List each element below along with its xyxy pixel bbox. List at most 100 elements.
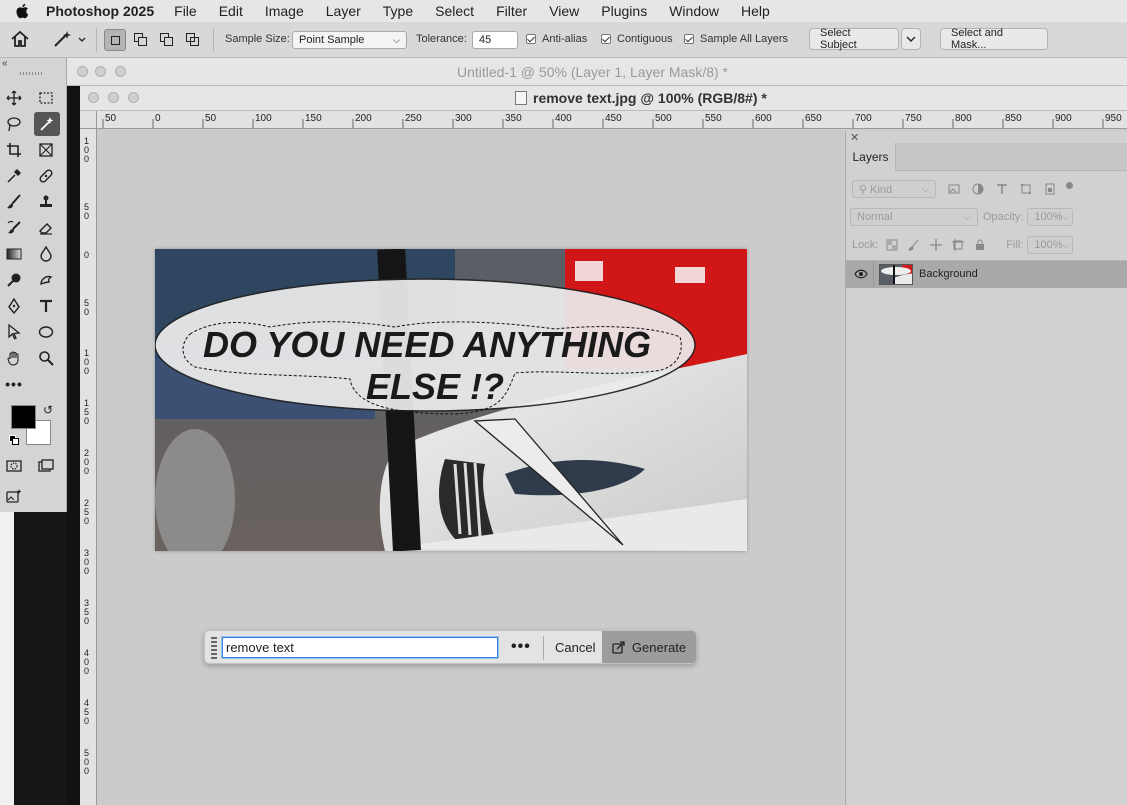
add-to-selection-button[interactable]	[130, 29, 152, 51]
anti-alias-checkbox[interactable]: Anti-alias	[526, 33, 587, 45]
select-subject-dropdown[interactable]	[901, 28, 921, 50]
document-image[interactable]: DO YOU NEED ANYTHING ELSE !?	[155, 249, 747, 551]
lock-position-icon[interactable]	[930, 239, 943, 251]
app-name[interactable]: Photoshop 2025	[46, 3, 154, 19]
menu-type[interactable]: Type	[383, 3, 413, 19]
contiguous-checkbox[interactable]: Contiguous	[601, 33, 673, 45]
contextual-generate-bar: ••• Cancel Generate	[204, 630, 696, 664]
more-options-button[interactable]: •••	[511, 638, 531, 656]
shape-layer-filter-icon[interactable]	[1020, 183, 1032, 195]
healing-brush-tool[interactable]	[35, 165, 57, 187]
menu-select[interactable]: Select	[435, 3, 474, 19]
window-minimize-button[interactable]	[108, 92, 119, 103]
arrow-pointer-icon	[8, 324, 21, 340]
photo-comic-scene: DO YOU NEED ANYTHING ELSE !?	[155, 249, 747, 551]
select-subject-button[interactable]: Select Subject	[809, 27, 899, 51]
subtract-from-selection-button[interactable]	[156, 29, 178, 51]
menu-window[interactable]: Window	[669, 3, 719, 19]
collapse-panel-icon[interactable]: «	[2, 58, 8, 69]
home-button[interactable]	[10, 30, 30, 48]
swap-colors-icon[interactable]: ↺	[43, 403, 53, 417]
filter-toggle[interactable]	[1066, 181, 1073, 189]
sample-all-layers-checkbox[interactable]: Sample All Layers	[684, 33, 788, 45]
adjustment-layer-filter-icon[interactable]	[972, 183, 984, 195]
tab-layers[interactable]: Layers	[846, 143, 896, 171]
generate-button[interactable]: Generate	[602, 631, 696, 663]
brush-tool[interactable]	[3, 191, 25, 213]
gradient-tool[interactable]	[3, 243, 25, 265]
lock-transparent-pixels-icon[interactable]	[886, 239, 898, 251]
type-tool[interactable]	[35, 295, 57, 317]
layer-row[interactable]: Background	[846, 261, 1127, 288]
cancel-button[interactable]: Cancel	[555, 640, 595, 655]
horizontal-ruler[interactable]: 50 0 50 100 150 200 250 300 350 400 450 …	[97, 111, 1127, 129]
opacity-field[interactable]: 100% ⌵	[1027, 208, 1074, 226]
default-colors-icon[interactable]	[9, 435, 19, 445]
fill-field[interactable]: 100% ⌵	[1027, 236, 1074, 254]
lock-all-icon[interactable]	[974, 239, 986, 251]
menu-plugins[interactable]: Plugins	[601, 3, 647, 19]
window-close-button[interactable]	[77, 66, 88, 77]
zoom-tool[interactable]	[35, 347, 57, 369]
intersect-selection-button[interactable]	[182, 29, 204, 51]
path-selection-tool[interactable]	[3, 321, 25, 343]
rectangular-marquee-icon	[39, 92, 53, 104]
sample-size-select[interactable]: Point Sample ⌵	[292, 31, 407, 49]
eye-visibility-icon[interactable]	[854, 268, 868, 280]
eyedropper-tool[interactable]	[3, 165, 25, 187]
lock-artboard-icon[interactable]	[952, 239, 965, 251]
window-close-button[interactable]	[88, 92, 99, 103]
window-zoom-button[interactable]	[115, 66, 126, 77]
edit-toolbar-button[interactable]: •••	[3, 373, 25, 395]
clone-stamp-tool[interactable]	[35, 191, 57, 213]
blur-tool[interactable]	[35, 243, 57, 265]
document-titlebar[interactable]: remove text.jpg @ 100% (RGB/8#) *	[80, 86, 1127, 111]
shape-tool[interactable]	[35, 321, 57, 343]
history-brush-tool[interactable]	[3, 217, 25, 239]
menu-file[interactable]: File	[174, 3, 197, 19]
quick-mask-button[interactable]	[3, 455, 25, 477]
screen-mode-button[interactable]	[35, 455, 57, 477]
tool-preset-picker[interactable]	[52, 29, 88, 49]
generative-fill-button[interactable]	[3, 485, 25, 507]
vertical-ruler[interactable]: 100 50 0 50 100 150 200 250 300 350 400 …	[80, 129, 97, 805]
crop-tool[interactable]	[3, 139, 25, 161]
drag-handle[interactable]	[211, 637, 217, 659]
lasso-tool[interactable]	[3, 113, 25, 135]
toolbar-grip[interactable]	[20, 72, 42, 75]
document-window-untitled[interactable]: Untitled-1 @ 50% (Layer 1, Layer Mask/8)…	[67, 58, 1127, 86]
menu-edit[interactable]: Edit	[219, 3, 243, 19]
ruler-origin[interactable]	[80, 111, 97, 129]
ruler-label: 400	[84, 648, 90, 676]
smudge-tool[interactable]	[35, 269, 57, 291]
new-selection-button[interactable]	[104, 29, 126, 51]
magic-wand-tool[interactable]	[34, 112, 60, 136]
hand-tool[interactable]	[3, 347, 25, 369]
smart-object-filter-icon[interactable]	[1044, 183, 1056, 195]
window-minimize-button[interactable]	[95, 66, 106, 77]
lock-image-pixels-icon[interactable]	[908, 239, 920, 251]
marquee-tool[interactable]	[35, 87, 57, 109]
select-and-mask-button[interactable]: Select and Mask...	[940, 27, 1048, 51]
blend-mode-select[interactable]: Normal ⌵	[850, 208, 978, 226]
bubble-text-line-1: DO YOU NEED ANYTHING	[203, 324, 651, 365]
foreground-color-swatch[interactable]	[11, 405, 36, 429]
sample-size-value: Point Sample	[299, 34, 365, 46]
menu-layer[interactable]: Layer	[326, 3, 361, 19]
frame-tool[interactable]	[35, 139, 57, 161]
apple-menu-icon[interactable]	[14, 2, 32, 20]
prompt-input[interactable]	[221, 636, 499, 659]
eraser-tool[interactable]	[35, 217, 57, 239]
filter-kind-select[interactable]: ⚲ Kind ⌵	[852, 180, 936, 198]
window-zoom-button[interactable]	[128, 92, 139, 103]
pen-tool[interactable]	[3, 295, 25, 317]
dodge-tool[interactable]	[3, 269, 25, 291]
move-tool[interactable]	[3, 87, 25, 109]
menu-help[interactable]: Help	[741, 3, 770, 19]
menu-filter[interactable]: Filter	[496, 3, 527, 19]
pixel-layer-filter-icon[interactable]	[948, 183, 960, 195]
menu-image[interactable]: Image	[265, 3, 304, 19]
type-layer-filter-icon[interactable]	[996, 183, 1008, 195]
menu-view[interactable]: View	[549, 3, 579, 19]
tolerance-input[interactable]: 45	[472, 31, 518, 49]
